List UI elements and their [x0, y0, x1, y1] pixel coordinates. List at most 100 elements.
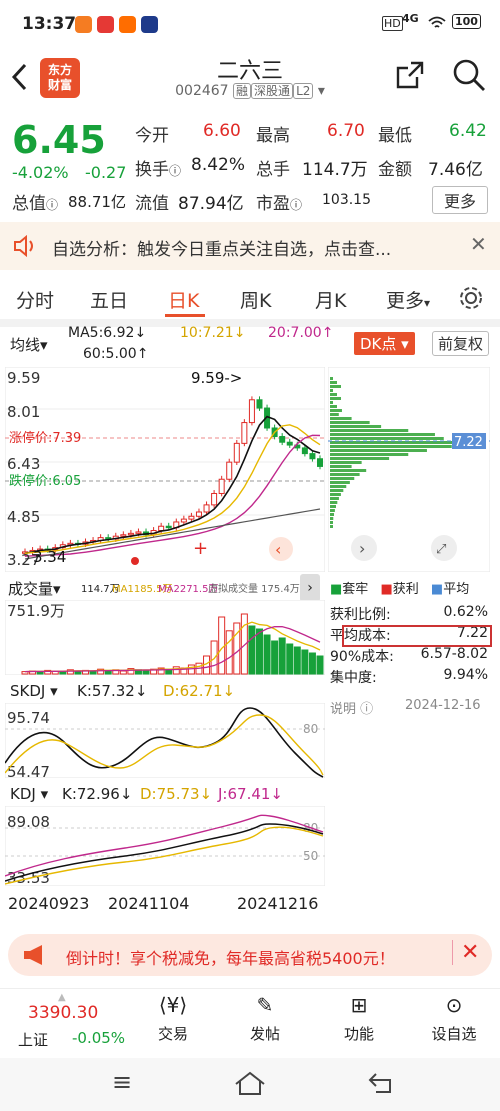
more-button[interactable]: 更多 — [432, 186, 488, 214]
volume-bar — [59, 671, 67, 675]
date-label-start: 20240923 — [8, 894, 90, 913]
avg-cost-label: 7.22 — [454, 435, 483, 450]
limit-up-label: 涨停价:7.39 — [9, 430, 81, 446]
index-value[interactable]: 3390.30 — [28, 1003, 98, 1023]
y-label-4: 4.85 — [7, 508, 40, 526]
function-button[interactable]: ⊞ 功能 — [334, 993, 384, 1044]
chip-bar — [330, 465, 352, 468]
candle — [211, 492, 218, 506]
candle — [301, 447, 308, 455]
chip-bar — [330, 433, 435, 436]
volume-chart: 751.9万 — [5, 600, 325, 675]
trade-button[interactable]: ⟨¥⟩ 交易 — [148, 993, 198, 1044]
ma-select[interactable]: 均线▾ — [10, 334, 48, 355]
tab-five-day[interactable]: 五日 — [90, 286, 128, 313]
candle — [203, 504, 210, 513]
back-nav-icon[interactable] — [368, 1072, 396, 1094]
index-name[interactable]: 上证 — [18, 1029, 48, 1050]
chip-bar — [330, 497, 339, 500]
status-bar: 13:37 HD 4G 100 — [0, 0, 500, 40]
chip-legend: ■套牢 ■获利 ■平均 — [330, 582, 470, 597]
candle — [180, 518, 187, 523]
app-notification-icon — [119, 16, 136, 33]
kdj-select[interactable]: KDJ ▾ — [10, 785, 48, 803]
chip-bar — [330, 385, 341, 388]
turnover-label: 换手ⓘ — [135, 160, 182, 180]
settings-icon[interactable] — [458, 285, 484, 311]
chip-bar — [330, 449, 427, 452]
candle — [127, 532, 134, 536]
open-value: 6.60 — [203, 121, 241, 141]
volume-bar — [308, 652, 316, 675]
app-notification-icon — [75, 16, 92, 33]
add-watchlist-button[interactable]: ⊙ 设自选 — [424, 993, 484, 1044]
amount-value: 7.46亿 — [428, 160, 483, 180]
kdj-j: J:67.41↓ — [218, 785, 283, 803]
app-notification-icon — [97, 16, 114, 33]
close-icon[interactable]: ✕ — [470, 232, 487, 256]
home-icon[interactable] — [234, 1070, 266, 1096]
menu-icon[interactable]: ≡ — [112, 1068, 132, 1096]
dk-point-button[interactable]: DK点 ▾ — [354, 332, 415, 355]
volume-bar — [218, 616, 226, 675]
low-value: 6.42 — [449, 121, 487, 141]
promo-banner[interactable]: 倒计时！享个税减免，每年最高省税5400元！ ✕ — [8, 934, 492, 976]
chip-bar — [330, 517, 334, 520]
chip-bar — [330, 429, 409, 432]
chip-bar — [330, 405, 337, 408]
tab-daily-k[interactable]: 日K — [168, 286, 199, 313]
post-button[interactable]: ✎ 发帖 — [240, 993, 290, 1044]
notice-bar[interactable]: 自选分析：触发今日重点关注自选，点击查... ✕ — [0, 222, 500, 270]
chip-bar — [330, 509, 335, 512]
chip-bar — [330, 437, 444, 440]
adjust-button[interactable]: 前复权 — [432, 331, 490, 356]
tab-monthly-k[interactable]: 月K — [315, 286, 346, 313]
connect-tag: 深股通 — [251, 83, 294, 99]
share-icon[interactable] — [395, 60, 425, 90]
kdj-top-label: 89.08 — [7, 813, 50, 831]
mktcap-value: 88.71亿 — [68, 193, 126, 211]
chip-bar — [330, 381, 337, 384]
search-icon[interactable] — [452, 58, 486, 92]
high-marker: 9.59-> — [191, 369, 242, 387]
plus-icon: + — [193, 538, 208, 559]
float-label: 流值 — [135, 194, 169, 214]
chip-note[interactable]: 说明 ⓘ — [330, 698, 373, 717]
pe-value: 103.15 — [322, 192, 371, 208]
candle — [120, 534, 127, 537]
kdj-ref2-label: 50 — [303, 849, 318, 863]
candle — [158, 525, 165, 532]
volume-bar — [210, 640, 218, 675]
volume-bar — [172, 666, 180, 675]
candle — [309, 453, 316, 460]
tab-more[interactable]: 更多▾ — [386, 286, 430, 313]
chip-bar — [330, 461, 362, 464]
skdj-select[interactable]: SKDJ ▾ — [10, 682, 58, 700]
vol-virtual: 虚拟成交量 175.4万 — [208, 584, 300, 595]
chip-bar — [330, 425, 382, 428]
chip-bar — [330, 477, 355, 480]
index-change[interactable]: -0.05% — [72, 1029, 125, 1047]
tab-weekly-k[interactable]: 周K — [240, 286, 271, 313]
volume-indicator-select[interactable]: 成交量▾ — [8, 578, 61, 599]
skdj-bottom-label: 54.47 — [7, 763, 50, 778]
skdj-top-label: 95.74 — [7, 709, 50, 727]
status-time: 13:37 — [22, 14, 77, 34]
chip-bar — [330, 481, 350, 484]
candle — [248, 399, 255, 424]
app-notification-icon — [141, 16, 158, 33]
y-label-2: 8.01 — [7, 403, 40, 421]
candle — [279, 436, 286, 443]
change-pct: -4.02% — [12, 163, 69, 182]
chip-bar — [330, 413, 339, 416]
promo-close-icon[interactable]: ✕ — [452, 940, 479, 965]
volume-next-icon[interactable]: › — [300, 574, 320, 602]
high-value: 6.70 — [327, 121, 365, 141]
kline-chart[interactable]: 9.59 8.01 6.43 4.85 3.27 涨停价:7.39 跌停价:6.… — [5, 367, 325, 572]
active-tab-indicator — [165, 314, 205, 317]
candle — [165, 525, 172, 529]
volume-bar — [316, 655, 324, 675]
tab-intraday[interactable]: 分时 — [16, 286, 54, 313]
wifi-icon — [428, 16, 446, 28]
candle — [317, 458, 323, 467]
